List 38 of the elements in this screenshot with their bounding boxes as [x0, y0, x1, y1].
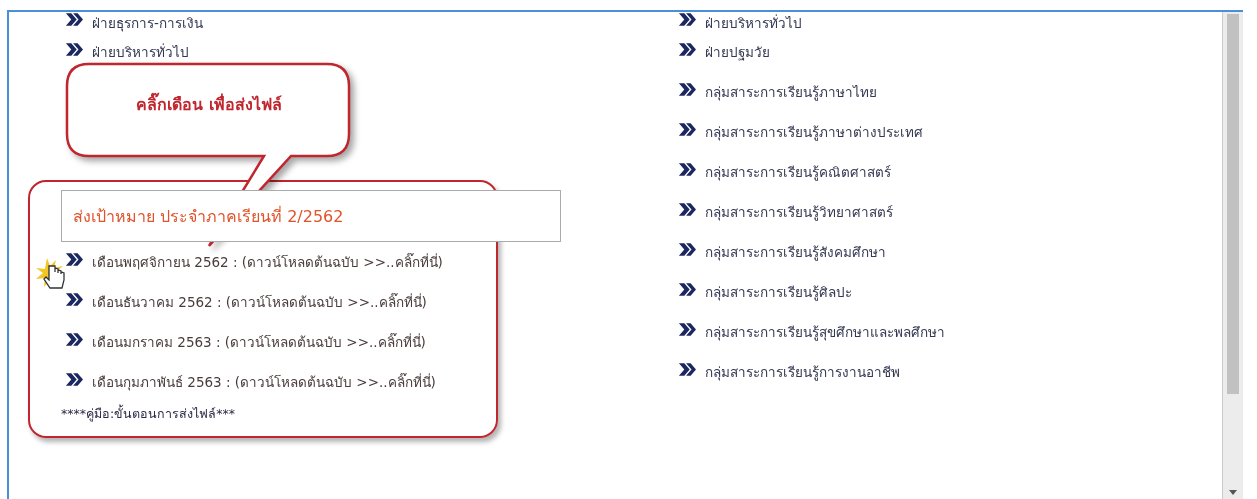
month-download-link[interactable]: เดือนกุมภาพันธ์ 2563 : (ดาวน์โหลดต้นฉบับ >>..คลิ๊กที่นี่): [92, 371, 436, 393]
double-chevron-icon: [678, 241, 696, 257]
month-download-link[interactable]: เดือนมกราคม 2563 : (ดาวน์โหลดต้นฉบับ >>..คลิ๊กที่นี่): [92, 331, 426, 353]
callout-text: คลิ๊กเดือน เพื่อส่งไฟล์: [99, 92, 319, 117]
manual-link[interactable]: ****คู่มือ:ขั้นตอนการส่งไฟล์***: [61, 404, 496, 424]
department-link[interactable]: กลุ่มสาระการเรียนรู้สังคมศึกษา: [705, 241, 886, 263]
scrollbar[interactable]: [1222, 12, 1243, 499]
double-chevron-icon: [678, 321, 696, 337]
department-link[interactable]: กลุ่มสาระการเรียนรู้ภาษาไทย: [705, 81, 877, 103]
double-chevron-icon: [65, 371, 83, 387]
department-link[interactable]: กลุ่มสาระการเรียนรู้ศิลปะ: [705, 281, 852, 303]
double-chevron-icon: [678, 161, 696, 177]
double-chevron-icon: [678, 12, 696, 27]
double-chevron-icon: [678, 81, 696, 97]
department-link[interactable]: ฝ่ายปฐมวัย: [705, 41, 770, 63]
double-chevron-icon: [678, 281, 696, 297]
scrollbar-thumb[interactable]: [1227, 14, 1239, 394]
double-chevron-icon: [678, 201, 696, 217]
double-chevron-icon: [678, 361, 696, 377]
month-download-link[interactable]: เดือนพฤศจิกายน 2562 : (ดาวน์โหลดต้นฉบับ >>..คลิ๊กที่นี่): [92, 251, 443, 273]
department-link[interactable]: ฝ่ายบริหารทั่วไป: [92, 41, 189, 63]
double-chevron-icon: [65, 12, 83, 27]
double-chevron-icon: [65, 41, 83, 57]
department-link[interactable]: กลุ่มสาระการเรียนรู้ภาษาต่างประเทศ: [705, 121, 923, 143]
department-link[interactable]: ฝ่ายบริหารทั่วไป: [705, 12, 802, 34]
department-link[interactable]: กลุ่มสาระการเรียนรู้คณิตศาสตร์: [705, 161, 891, 183]
section-heading: ส่งเป้าหมาย ประจำภาคเรียนที่ 2/2562: [61, 190, 561, 242]
scroll-down-icon[interactable]: [1229, 490, 1237, 495]
double-chevron-icon: [65, 251, 83, 267]
department-link[interactable]: ฝ่ายธุรการ-การเงิน: [92, 12, 203, 34]
double-chevron-icon: [678, 121, 696, 137]
double-chevron-icon: [65, 331, 83, 347]
double-chevron-icon: [65, 291, 83, 307]
double-chevron-icon: [678, 41, 696, 57]
department-link[interactable]: กลุ่มสาระการเรียนรู้สุขศึกษาและพลศึกษา: [705, 321, 945, 343]
month-download-link[interactable]: เดือนธันวาคม 2562 : (ดาวน์โหลดต้นฉบับ >>..คลิ๊กที่นี่): [92, 291, 427, 313]
department-link[interactable]: กลุ่มสาระการเรียนรู้วิทยาศาสตร์: [705, 201, 893, 223]
department-link[interactable]: กลุ่มสาระการเรียนรู้การงานอาชีพ: [705, 361, 900, 383]
